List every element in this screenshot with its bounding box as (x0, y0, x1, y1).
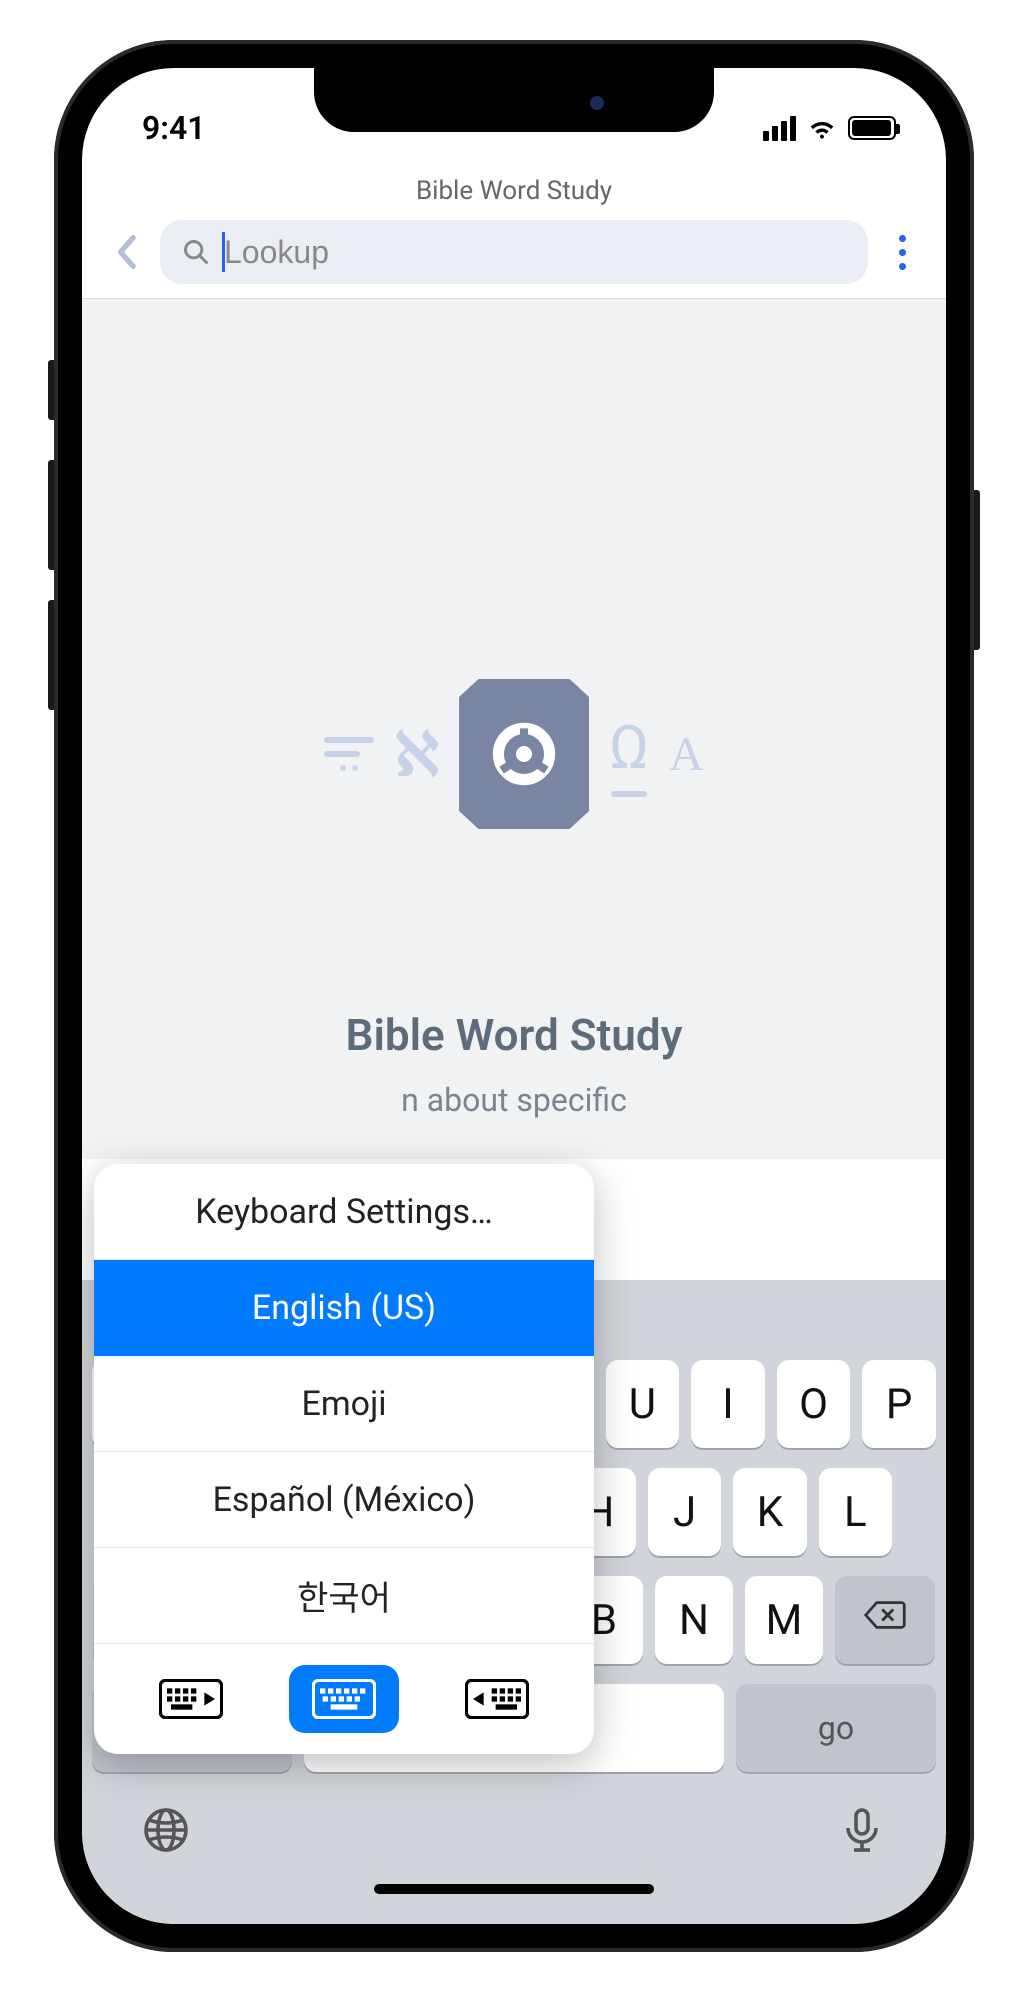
battery-icon (848, 116, 896, 140)
key-j[interactable]: J (648, 1468, 721, 1556)
keyboard-dock-full-button[interactable] (289, 1665, 399, 1733)
empty-title: Bible Word Study (346, 1009, 683, 1061)
key-p[interactable]: P (862, 1360, 936, 1448)
phone-screen: 9:41 Bible Word Study (82, 68, 946, 1924)
back-button[interactable] (106, 232, 146, 272)
keyboard: QWERTYUIOP ASDFGHJKL ZXCVBNM 123 spa (82, 1280, 946, 1924)
volume-down-button (48, 600, 54, 710)
mute-switch (48, 360, 54, 420)
search-box[interactable] (160, 220, 868, 284)
more-menu-button[interactable] (882, 232, 922, 272)
key-m[interactable]: M (745, 1576, 823, 1664)
key-u[interactable]: U (606, 1360, 680, 1448)
backspace-key[interactable] (835, 1576, 935, 1664)
phone-frame: 9:41 Bible Word Study (54, 40, 974, 1952)
hebrew-aleph-icon: ℵ (394, 719, 439, 790)
empty-illustration: ℵ Ω A (264, 679, 764, 829)
cellular-signal-icon (763, 116, 796, 141)
key-k[interactable]: K (733, 1468, 806, 1556)
key-n[interactable]: N (655, 1576, 733, 1664)
key-l[interactable]: L (819, 1468, 892, 1556)
status-right (763, 112, 896, 144)
keyboard-picker-popup: Keyboard Settings… English (US)EmojiEspa… (94, 1164, 594, 1754)
keyboard-dock-left-button[interactable] (136, 1665, 246, 1733)
toolbar (82, 220, 946, 299)
keyboard-lang-item[interactable]: 한국어 (94, 1548, 594, 1644)
dictation-key[interactable] (838, 1806, 886, 1858)
text-cursor (222, 232, 225, 272)
greek-omega-icon: Ω (609, 712, 649, 783)
home-indicator[interactable] (374, 1884, 654, 1894)
go-key[interactable]: go (736, 1684, 936, 1772)
key-o[interactable]: O (777, 1360, 851, 1448)
wifi-icon (806, 112, 838, 144)
keyboard-lang-item[interactable]: English (US) (94, 1260, 594, 1356)
status-time: 9:41 (142, 109, 206, 147)
keyboard-settings-item[interactable]: Keyboard Settings… (94, 1164, 594, 1260)
key-i[interactable]: I (691, 1360, 765, 1448)
keyboard-lang-item[interactable]: Emoji (94, 1356, 594, 1452)
search-icon (182, 238, 210, 266)
empty-state: ℵ Ω A Bible Word Study n about specific (82, 299, 946, 1159)
keyboard-dock-right-button[interactable] (442, 1665, 552, 1733)
empty-subtitle: n about specific (401, 1081, 627, 1119)
globe-key[interactable] (142, 1806, 190, 1858)
keyboard-layout-row (94, 1644, 594, 1754)
volume-up-button (48, 460, 54, 570)
page-title: Bible Word Study (82, 158, 946, 220)
logo-badge-icon (459, 679, 589, 829)
device-notch (314, 68, 714, 132)
latin-a-icon: A (669, 727, 704, 782)
power-button (974, 490, 980, 650)
search-input[interactable] (224, 234, 846, 271)
keyboard-lang-item[interactable]: Español (México) (94, 1452, 594, 1548)
